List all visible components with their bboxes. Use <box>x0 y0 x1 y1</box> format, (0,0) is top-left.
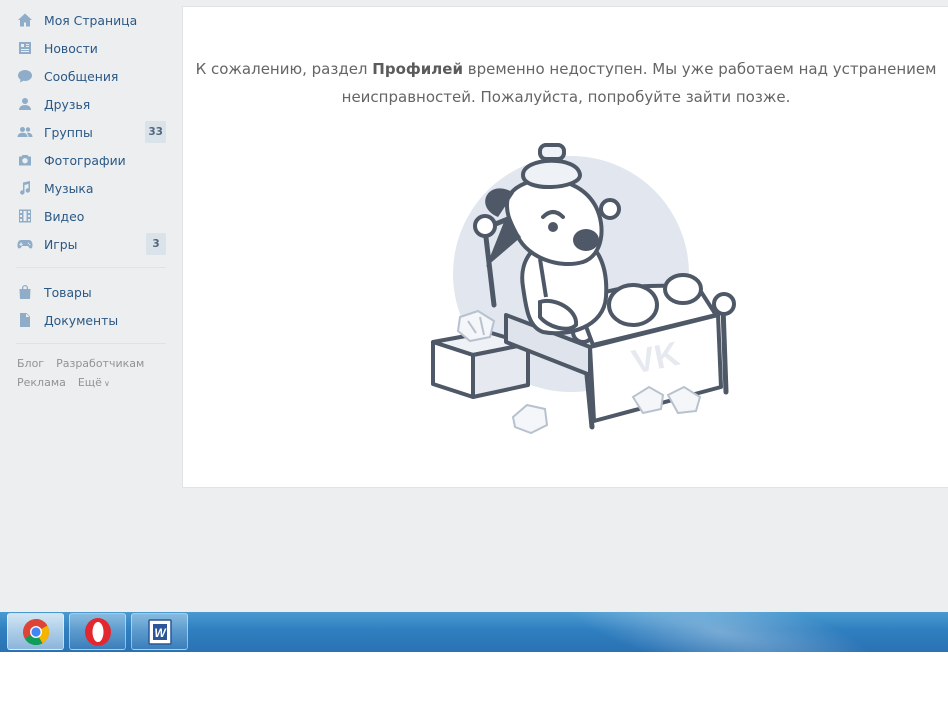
groups-icon <box>16 123 34 141</box>
taskbar-glare <box>555 612 885 652</box>
sidebar-item-friends[interactable]: Друзья <box>0 90 172 118</box>
message-text-start: К сожалению, раздел <box>195 60 373 78</box>
taskbar-opera-button[interactable] <box>69 613 126 650</box>
sidebar-item-label: Фотографии <box>44 152 126 168</box>
footer-link-blog[interactable]: Блог <box>17 357 44 370</box>
sidebar-item-label: Видео <box>44 208 85 224</box>
sidebar-item-photos[interactable]: Фотографии <box>0 146 172 174</box>
market-icon <box>16 283 34 301</box>
messages-icon <box>16 67 34 85</box>
chrome-icon <box>22 618 49 645</box>
groups-count-badge: 33 <box>145 121 166 143</box>
sidebar-item-label: Друзья <box>44 96 91 112</box>
svg-text:W: W <box>154 626 167 640</box>
sidebar-item-music[interactable]: Музыка <box>0 174 172 202</box>
sidebar-divider <box>16 343 166 344</box>
content-panel: К сожалению, раздел Профилей временно не… <box>182 6 948 488</box>
sidebar-item-messages[interactable]: Сообщения <box>0 62 172 90</box>
sidebar-item-news[interactable]: Новости <box>0 34 172 62</box>
sidebar-item-label: Новости <box>44 40 98 56</box>
sidebar-item-label: Моя Страница <box>44 12 138 28</box>
sidebar-item-label: Игры <box>44 236 78 252</box>
video-icon <box>16 207 34 225</box>
footer-link-ads[interactable]: Реклама <box>17 376 66 389</box>
games-count-badge: 3 <box>146 233 166 255</box>
home-icon <box>16 11 34 29</box>
browser-page: Моя Страница Новости Сообщения Друзья Гр… <box>0 0 948 612</box>
left-sidebar: Моя Страница Новости Сообщения Друзья Гр… <box>0 6 172 392</box>
taskbar-chrome-button[interactable] <box>7 613 64 650</box>
games-icon <box>16 235 34 253</box>
sidebar-item-video[interactable]: Видео <box>0 202 172 230</box>
photo-icon <box>16 151 34 169</box>
sidebar-item-groups[interactable]: Группы 33 <box>0 118 172 146</box>
music-icon <box>16 179 34 197</box>
sidebar-item-market[interactable]: Товары <box>0 278 172 306</box>
documents-icon <box>16 311 34 329</box>
sidebar-divider <box>16 267 166 268</box>
word-icon: W <box>147 618 172 645</box>
taskbar-word-button[interactable]: W <box>131 613 188 650</box>
unavailable-message: К сожалению, раздел Профилей временно не… <box>183 55 948 111</box>
chevron-down-icon: ∨ <box>103 379 110 388</box>
footer-link-developers[interactable]: Разработчикам <box>56 357 144 370</box>
message-section-name: Профилей <box>372 60 463 78</box>
sidebar-item-label: Сообщения <box>44 68 119 84</box>
friends-icon <box>16 95 34 113</box>
opera-icon <box>84 617 111 646</box>
sidebar-item-my-page[interactable]: Моя Страница <box>0 6 172 34</box>
footer-link-more-label: Ещё <box>77 376 102 389</box>
sidebar-footer-links: Блог Разработчикам Реклама Ещё ∨ <box>0 354 172 392</box>
sidebar-item-games[interactable]: Игры 3 <box>0 230 172 258</box>
sidebar-item-label: Товары <box>44 284 92 300</box>
windows-taskbar: W <box>0 612 948 652</box>
sidebar-item-label: Музыка <box>44 180 94 196</box>
sick-dog-illustration: VK <box>431 143 736 435</box>
news-icon <box>16 39 34 57</box>
footer-link-more[interactable]: Ещё ∨ <box>78 376 110 389</box>
sidebar-item-label: Группы <box>44 124 93 140</box>
sidebar-item-label: Документы <box>44 312 119 328</box>
sidebar-item-documents[interactable]: Документы <box>0 306 172 334</box>
